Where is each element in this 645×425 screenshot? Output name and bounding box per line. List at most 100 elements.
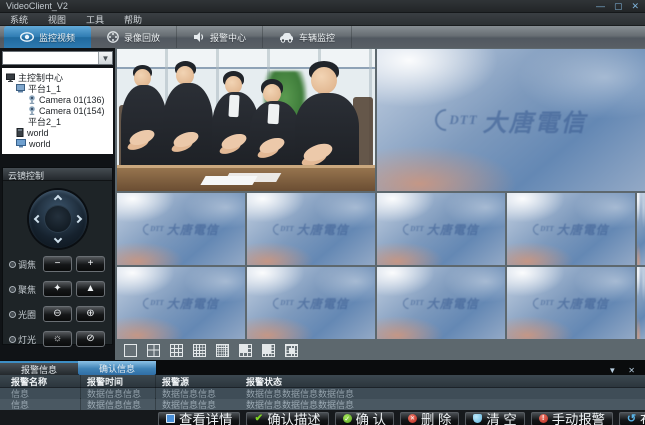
- menu-help[interactable]: 帮助: [124, 13, 142, 26]
- logo-text: 大唐電信: [483, 103, 587, 138]
- layout-16-icon: [193, 344, 206, 357]
- arm-button[interactable]: ↺布 防: [619, 412, 645, 425]
- light-on-button[interactable]: ☼: [43, 331, 72, 347]
- logo-crescent-icon: [401, 295, 417, 311]
- video-tile-idle[interactable]: DTT大唐電信: [117, 193, 245, 265]
- layout-6-icon: [239, 344, 252, 357]
- tree-item-camera-136[interactable]: Camera 01(136): [4, 94, 111, 105]
- tree-item-platform1[interactable]: 平台1_1: [4, 83, 111, 94]
- iris-open-button[interactable]: ⊕: [76, 306, 105, 322]
- ptz-panel-title: 云镜控制: [3, 168, 112, 181]
- delete-button[interactable]: 删 除: [400, 412, 459, 425]
- layout-4-button[interactable]: [145, 342, 162, 359]
- layout-25-icon: [216, 344, 229, 357]
- tree-label: Camera 01(154): [39, 106, 105, 116]
- ptz-row-label: 调焦: [18, 258, 36, 271]
- confirm-button[interactable]: 确 认: [335, 412, 394, 425]
- tree-item-world-2[interactable]: world: [4, 138, 111, 149]
- table-row[interactable]: 信息 数据信息信息 数据信息信息 数据信息数据信息数据信息: [0, 399, 645, 410]
- iris-close-button[interactable]: ⊖: [43, 306, 72, 322]
- logo-crescent-icon: [401, 221, 417, 237]
- video-tile-partial[interactable]: [637, 267, 645, 339]
- clear-button[interactable]: 清 空: [465, 412, 524, 425]
- layout-6-button[interactable]: [237, 342, 254, 359]
- delete-icon: [408, 414, 417, 423]
- layout-10-button[interactable]: [283, 342, 300, 359]
- tab-confirm-info[interactable]: 确认信息: [78, 361, 156, 375]
- alarm-panel: 报警信息 确认信息 ▼ ✕ 报警名称 报警时间 报警源 报警状态 信息 数据信息…: [0, 360, 645, 425]
- video-tile-live[interactable]: [117, 49, 375, 191]
- view-details-button[interactable]: 查看详情: [158, 412, 240, 425]
- menu-tools[interactable]: 工具: [86, 13, 104, 26]
- tree-item-world-1[interactable]: world: [4, 127, 111, 138]
- video-tile-idle[interactable]: DTT 大唐電信: [377, 49, 645, 191]
- logo-crescent-icon: [141, 221, 157, 237]
- ptz-row-zoom: 调焦 − +: [9, 255, 108, 273]
- video-tile-idle[interactable]: DTT大唐電信: [247, 193, 375, 265]
- tab-alarm-center[interactable]: 报警中心: [177, 26, 263, 48]
- focus-far-button[interactable]: ▲: [76, 281, 105, 297]
- ptz-row-iris: 光圈 ⊖ ⊕: [9, 305, 108, 323]
- focus-dot-icon: [9, 286, 16, 293]
- maximize-icon[interactable]: ▢: [614, 1, 623, 11]
- chevron-down-icon[interactable]: ▼: [98, 52, 112, 64]
- layout-9-button[interactable]: [168, 342, 185, 359]
- layout-10-icon: [285, 344, 298, 357]
- ptz-right-icon[interactable]: [73, 215, 81, 223]
- confirm-description-button[interactable]: ✔确认描述: [246, 412, 328, 425]
- ptz-dpad[interactable]: [29, 190, 87, 248]
- video-tile-idle[interactable]: DTT大唐電信: [507, 267, 635, 339]
- sidebar: ▼ 主控制中心 平台1_1 Camera 01(136) Camera 01(1…: [0, 48, 115, 360]
- ptz-center-knob[interactable]: [45, 206, 71, 232]
- layout-1-button[interactable]: [122, 342, 139, 359]
- alarm-tab-strip: 报警信息 确认信息 ▼ ✕: [0, 360, 645, 375]
- layout-selector-bar: [117, 341, 645, 360]
- layout-25-button[interactable]: [214, 342, 231, 359]
- monitor-icon: [6, 73, 15, 82]
- clear-icon: [473, 414, 482, 423]
- paper-shape: [200, 176, 257, 185]
- dtt-logo: DTT大唐電信: [273, 295, 349, 312]
- ptz-panel: 云镜控制 调焦 − + 聚焦 ✦ ▲ 光圈 ⊖ ⊕: [2, 167, 113, 345]
- video-tile-partial[interactable]: [637, 193, 645, 265]
- device-combo[interactable]: ▼: [2, 51, 113, 65]
- video-tile-idle[interactable]: DTT大唐電信: [377, 193, 505, 265]
- dtt-logo: DTT大唐電信: [533, 221, 609, 238]
- light-off-button[interactable]: ⊘: [76, 331, 105, 347]
- window-title: VideoClient_V2: [6, 1, 68, 11]
- zoom-plus-button[interactable]: +: [76, 256, 105, 272]
- layout-16-button[interactable]: [191, 342, 208, 359]
- video-tile-idle[interactable]: DTT大唐電信: [507, 193, 635, 265]
- tab-playback[interactable]: 录像回放: [91, 26, 177, 48]
- tab-alarm-info[interactable]: 报警信息: [0, 361, 78, 375]
- tab-monitor-video[interactable]: 监控视频: [4, 26, 91, 48]
- video-tile-idle[interactable]: DTT大唐電信: [117, 267, 245, 339]
- device-combo-value: [3, 52, 98, 64]
- ptz-left-icon[interactable]: [33, 215, 41, 223]
- logo-text: 大唐電信: [427, 295, 479, 312]
- tree-item-platform2[interactable]: 平台2_1: [4, 116, 111, 127]
- menu-bar: 系统 视图 工具 帮助: [0, 13, 645, 26]
- manual-alarm-icon: [539, 414, 548, 423]
- zoom-minus-button[interactable]: −: [43, 256, 72, 272]
- close-icon[interactable]: ✕: [631, 1, 639, 11]
- ptz-up-icon[interactable]: [53, 195, 61, 203]
- menu-view[interactable]: 视图: [48, 13, 66, 26]
- video-tile-idle[interactable]: DTT大唐電信: [247, 267, 375, 339]
- manual-alarm-button[interactable]: 手动报警: [531, 412, 613, 425]
- col-alarm-name: 报警名称: [0, 375, 80, 388]
- video-tile-idle[interactable]: DTT大唐電信: [377, 267, 505, 339]
- light-dot-icon: [9, 336, 16, 343]
- logo-text: 大唐電信: [167, 295, 219, 312]
- menu-system[interactable]: 系统: [10, 13, 28, 26]
- layout-8-button[interactable]: [260, 342, 277, 359]
- camera-icon: [28, 106, 36, 115]
- button-label: 确认描述: [267, 409, 320, 425]
- tree-label: world: [29, 139, 51, 149]
- tab-vehicle-monitor[interactable]: 车辆监控: [263, 26, 352, 48]
- minimize-icon[interactable]: —: [596, 1, 605, 11]
- alarm-table: 报警名称 报警时间 报警源 报警状态 信息 数据信息信息 数据信息信息 数据信息…: [0, 375, 645, 410]
- device-tree: 主控制中心 平台1_1 Camera 01(136) Camera 01(154…: [2, 68, 113, 154]
- focus-near-button[interactable]: ✦: [43, 281, 72, 297]
- ptz-down-icon[interactable]: [53, 235, 61, 243]
